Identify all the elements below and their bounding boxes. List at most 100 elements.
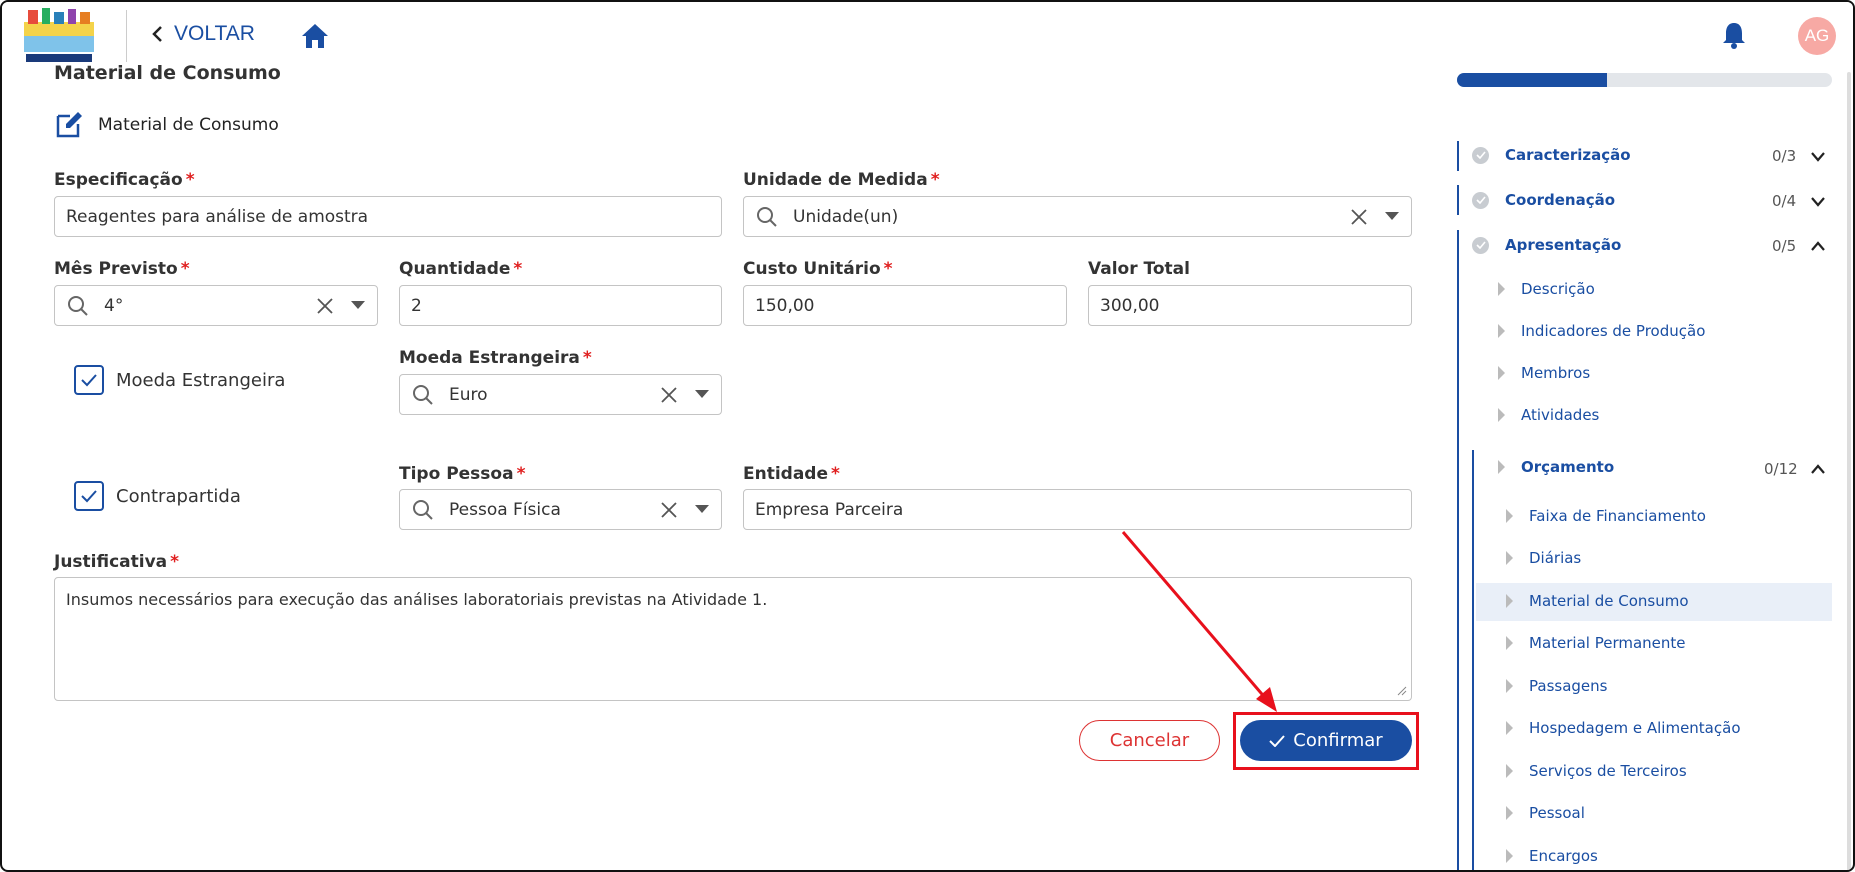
especificacao-label-text: Especificação [54, 170, 183, 190]
clear-icon[interactable] [659, 500, 679, 520]
sidebar-subitem-label: Encargos [1529, 847, 1598, 865]
sidebar-subitem-label: Serviços de Terceiros [1529, 762, 1687, 780]
caret-right-icon [1498, 408, 1505, 422]
chevron-down-icon[interactable] [1810, 151, 1826, 163]
status-check-icon [1472, 146, 1489, 164]
sidebar-count: 0/12 [1764, 460, 1798, 478]
sidebar-item-orcamento[interactable]: Orçamento [1498, 458, 1614, 476]
sidebar-subitem[interactable]: Encargos [1506, 847, 1598, 865]
sidebar-item-apresentacao[interactable]: Apresentação [1472, 236, 1621, 254]
quantidade-input[interactable]: 2 [399, 285, 722, 326]
sidebar-scrollbar[interactable] [1847, 72, 1851, 870]
completion-progress-bar [1457, 73, 1832, 87]
sidebar-subitem-label: Hospedagem e Alimentação [1529, 719, 1741, 737]
required-mark: * [831, 464, 840, 484]
quantidade-label-text: Quantidade [399, 259, 511, 279]
contrapartida-checkbox[interactable]: Contrapartida [74, 481, 241, 511]
custo-label-text: Custo Unitário [743, 259, 881, 279]
caret-right-icon [1506, 806, 1513, 820]
dropdown-caret-icon[interactable] [695, 505, 709, 513]
notification-bell-icon[interactable] [1720, 20, 1748, 50]
sidebar-item-label: Apresentação [1505, 236, 1622, 254]
sidebar-subitem-label: Pessoal [1529, 804, 1585, 822]
sidebar-subitem[interactable]: Hospedagem e Alimentação [1506, 719, 1741, 737]
entidade-input[interactable]: Empresa Parceira [743, 489, 1412, 530]
clear-icon[interactable] [659, 385, 679, 405]
sidebar-item-caracterizacao[interactable]: Caracterização [1472, 146, 1631, 164]
moeda-label: Moeda Estrangeira * [399, 348, 592, 368]
checkbox-box[interactable] [74, 365, 104, 395]
dropdown-caret-icon[interactable] [351, 301, 365, 309]
back-button[interactable]: VOLTAR [150, 22, 255, 46]
moeda-estrangeira-checkbox[interactable]: Moeda Estrangeira [74, 365, 285, 395]
required-mark: * [516, 464, 526, 484]
caret-right-icon [1498, 460, 1505, 474]
app-window: VOLTAR AG Material de Consumo Material d… [0, 0, 1855, 872]
sidebar-count: 0/5 [1772, 237, 1797, 255]
sidebar-subitem[interactable]: Serviços de Terceiros [1506, 762, 1687, 780]
sidebar-subitem[interactable]: Passagens [1506, 677, 1607, 695]
chevron-up-icon[interactable] [1810, 463, 1826, 475]
progress-fill [1457, 73, 1607, 87]
required-mark: * [185, 170, 195, 190]
tipo-pessoa-value: Pessoa Física [449, 499, 561, 520]
sidebar-subitem[interactable]: Indicadores de Produção [1498, 322, 1705, 340]
home-icon[interactable] [300, 22, 330, 50]
custo-unitario-input[interactable]: 150,00 [743, 285, 1067, 326]
mes-label: Mês Previsto * [54, 259, 190, 279]
chevron-up-icon[interactable] [1810, 240, 1826, 252]
mes-select[interactable]: 4° [54, 285, 378, 326]
dropdown-caret-icon[interactable] [695, 390, 709, 398]
sidebar-marker [1457, 185, 1459, 215]
sidebar-subitem-label: Indicadores de Produção [1521, 322, 1706, 340]
required-mark: * [180, 259, 190, 279]
search-icon [413, 384, 433, 405]
tipo-pessoa-select[interactable]: Pessoa Física [399, 489, 722, 530]
moeda-value: Euro [449, 384, 488, 405]
sidebar-subitem[interactable]: Material Permanente [1506, 634, 1686, 652]
caret-right-icon [1506, 594, 1513, 608]
moeda-select[interactable]: Euro [399, 374, 722, 415]
justificativa-label: Justificativa * [54, 552, 179, 572]
unidade-select[interactable]: Unidade(un) [743, 196, 1412, 237]
sidebar-marker [1457, 230, 1459, 870]
valor-total-input[interactable]: 300,00 [1088, 285, 1412, 326]
sidebar-item-label: Caracterização [1505, 146, 1631, 164]
ledes-logo [24, 8, 94, 62]
especificacao-label: Especificação * [54, 170, 195, 190]
checkbox-box[interactable] [74, 481, 104, 511]
sidebar-item-label: Orçamento [1521, 458, 1615, 476]
sidebar-subitem[interactable]: Descrição [1498, 280, 1595, 298]
sidebar-item-coordenacao[interactable]: Coordenação [1472, 191, 1615, 209]
dropdown-caret-icon[interactable] [1385, 212, 1399, 220]
resize-handle-icon[interactable] [1397, 686, 1407, 696]
mes-label-text: Mês Previsto [54, 259, 178, 279]
moeda-label-text: Moeda Estrangeira [399, 348, 580, 368]
sidebar-subitem-active[interactable]: Material de Consumo [1506, 592, 1689, 610]
caret-right-icon [1506, 551, 1513, 565]
sidebar-subitem[interactable]: Faixa de Financiamento [1506, 507, 1706, 525]
sidebar-subitem[interactable]: Atividades [1498, 406, 1599, 424]
caret-right-icon [1506, 721, 1513, 735]
caret-right-icon [1506, 679, 1513, 693]
sidebar-subitem[interactable]: Membros [1498, 364, 1590, 382]
sidebar-subitem[interactable]: Pessoal [1506, 804, 1585, 822]
unidade-label: Unidade de Medida * [743, 170, 940, 190]
caret-right-icon [1498, 282, 1505, 296]
checkmark-icon [81, 490, 97, 503]
chevron-left-icon [152, 26, 162, 42]
especificacao-input[interactable]: Reagentes para análise de amostra [54, 196, 722, 237]
user-avatar[interactable]: AG [1798, 17, 1836, 55]
clear-icon[interactable] [315, 296, 335, 316]
cancel-button[interactable]: Cancelar [1079, 720, 1220, 761]
header-divider [126, 10, 127, 62]
section-title: Material de Consumo [54, 62, 281, 84]
quantidade-value: 2 [411, 295, 422, 316]
sidebar-subitem-label: Atividades [1521, 406, 1600, 424]
edit-icon [56, 112, 82, 138]
chevron-down-icon[interactable] [1810, 196, 1826, 208]
clear-icon[interactable] [1349, 207, 1369, 227]
entidade-label: Entidade * [743, 464, 840, 484]
justificativa-textarea[interactable]: Insumos necessários para execução das an… [54, 577, 1412, 701]
sidebar-subitem[interactable]: Diárias [1506, 549, 1581, 567]
